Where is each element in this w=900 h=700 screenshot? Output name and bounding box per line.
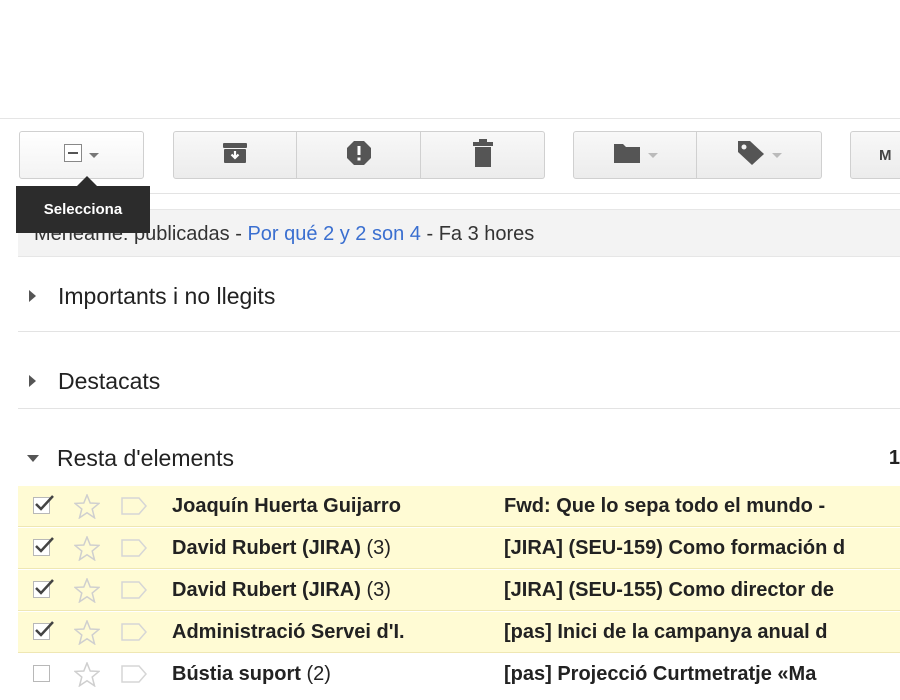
- message-sender: Bústia suport (2): [172, 654, 331, 694]
- folder-icon: [613, 142, 641, 169]
- message-subject: [JIRA] (SEU-155) Como director de: [504, 579, 835, 601]
- row-checkbox[interactable]: [33, 665, 50, 682]
- toolbar-divider: [18, 193, 900, 194]
- importance-marker-icon[interactable]: [121, 665, 147, 689]
- section-title: Destacats: [58, 367, 161, 394]
- row-fade: [860, 570, 900, 610]
- message-sender: Joaquín Huerta Guijarro: [172, 486, 401, 526]
- message-row[interactable]: David Rubert (JIRA) (3) [JIRA] (SEU-159) …: [18, 528, 900, 569]
- section-everything-else[interactable]: Resta d'elements 1: [18, 438, 900, 478]
- trash-icon: [472, 138, 494, 172]
- message-subject: [pas] Projecció Curtmetratje «Ma: [504, 663, 817, 685]
- row-fade: [860, 528, 900, 568]
- chevron-down-icon: [89, 152, 99, 158]
- message-sender: David Rubert (JIRA) (3): [172, 570, 391, 610]
- importance-marker-icon[interactable]: [121, 623, 147, 647]
- select-button[interactable]: [19, 131, 144, 179]
- labels-button[interactable]: [697, 131, 822, 179]
- message-sender: David Rubert (JIRA) (3): [172, 528, 391, 568]
- web-clip: Menéame: publicadas - Por qué 2 y 2 son …: [18, 209, 900, 257]
- star-icon[interactable]: [73, 492, 101, 525]
- row-checkbox[interactable]: [33, 495, 54, 514]
- delete-button[interactable]: [421, 131, 545, 179]
- thread-count: (3): [366, 579, 391, 601]
- section-important-unread[interactable]: Importants i no llegits: [18, 276, 900, 316]
- chevron-down-icon: [647, 152, 658, 158]
- section-title: Importants i no llegits: [58, 282, 276, 309]
- message-row[interactable]: Bústia suport (2) [pas] Projecció Curtmet…: [18, 654, 900, 695]
- report-spam-button[interactable]: [297, 131, 421, 179]
- sender-name: David Rubert (JIRA): [172, 537, 361, 559]
- star-icon[interactable]: [73, 576, 101, 609]
- row-checkbox[interactable]: [33, 537, 54, 556]
- row-checkbox[interactable]: [33, 621, 54, 640]
- expand-arrow-icon: [29, 290, 36, 302]
- importance-marker-icon[interactable]: [121, 497, 147, 521]
- thread-count: (3): [366, 537, 391, 559]
- archive-button[interactable]: [173, 131, 297, 179]
- row-fade: [860, 612, 900, 652]
- row-checkbox[interactable]: [33, 579, 54, 598]
- label-icon: [737, 140, 765, 171]
- message-subject: [JIRA] (SEU-159) Como formación d: [504, 537, 846, 559]
- web-clip-separator: -: [229, 223, 248, 245]
- move-to-button[interactable]: [573, 131, 697, 179]
- star-icon[interactable]: [73, 660, 101, 693]
- chevron-down-icon: [771, 152, 782, 158]
- collapse-arrow-icon: [27, 454, 39, 462]
- web-clip-separator: -: [420, 223, 439, 245]
- section-count: 1: [888, 446, 900, 469]
- section-starred[interactable]: Destacats: [18, 361, 900, 401]
- star-icon[interactable]: [73, 618, 101, 651]
- star-icon[interactable]: [73, 534, 101, 567]
- importance-marker-icon[interactable]: [121, 539, 147, 563]
- message-row[interactable]: Joaquín Huerta Guijarro Fwd: Que lo sepa…: [18, 486, 900, 527]
- more-label: M: [879, 146, 892, 164]
- thread-count: (2): [306, 663, 331, 685]
- tooltip-arrow: [77, 176, 97, 186]
- select-partial-checkbox-icon: [64, 143, 82, 167]
- row-fade: [860, 486, 900, 526]
- section-divider: [18, 408, 900, 409]
- message-subject: [pas] Inici de la campanya anual d: [504, 621, 828, 643]
- sender-name: Joaquín Huerta Guijarro: [172, 495, 401, 517]
- importance-marker-icon[interactable]: [121, 581, 147, 605]
- select-tooltip: Selecciona: [16, 186, 150, 233]
- message-subject: Fwd: Que lo sepa todo el mundo -: [504, 495, 826, 517]
- archive-icon: [222, 142, 248, 169]
- more-button[interactable]: M: [850, 131, 900, 179]
- header-divider: [0, 118, 900, 119]
- sender-name: Bústia suport: [172, 663, 301, 685]
- message-sender: Administració Servei d'I.: [172, 612, 405, 652]
- expand-arrow-icon: [29, 375, 36, 387]
- web-clip-time: Fa 3 hores: [438, 223, 535, 245]
- section-title: Resta d'elements: [57, 444, 234, 471]
- message-row[interactable]: Administració Servei d'I. [pas] Inici de…: [18, 612, 900, 653]
- row-fade: [860, 654, 900, 695]
- message-row[interactable]: David Rubert (JIRA) (3) [JIRA] (SEU-155) …: [18, 570, 900, 611]
- sender-name: Administració Servei d'I.: [172, 621, 405, 643]
- spam-icon: [346, 140, 372, 171]
- gmail-inbox: M Menéame: publicadas - Por qué 2 y 2 so…: [0, 0, 900, 700]
- section-divider: [18, 331, 900, 332]
- web-clip-link[interactable]: Por qué 2 y 2 son 4: [247, 223, 420, 245]
- sender-name: David Rubert (JIRA): [172, 579, 361, 601]
